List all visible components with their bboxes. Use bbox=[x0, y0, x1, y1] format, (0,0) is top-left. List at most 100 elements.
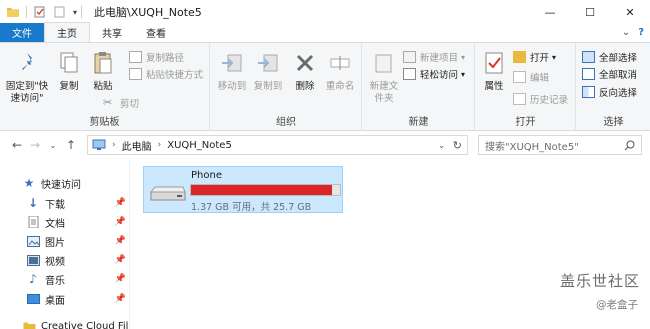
paste-button[interactable]: 粘贴 bbox=[88, 49, 118, 93]
picture-icon bbox=[26, 235, 40, 247]
search-placeholder: 搜索"XUQH_Note5" bbox=[485, 141, 579, 153]
new-folder-icon bbox=[375, 54, 392, 73]
breadcrumb-device[interactable]: XUQH_Note5 bbox=[167, 140, 232, 151]
select-all-button[interactable]: 全部选择 bbox=[582, 50, 637, 64]
easy-access-button[interactable]: 轻松访问 ▾ bbox=[403, 67, 465, 81]
copy-path-label: 复制路径 bbox=[146, 53, 185, 64]
breadcrumb-this-pc[interactable]: 此电脑 bbox=[122, 138, 152, 153]
nav-item-label: 视频 bbox=[45, 256, 65, 268]
address-dropdown-chevron-icon[interactable]: ⌄ bbox=[438, 141, 445, 150]
pin-quick-access-button[interactable]: 固定到"快速访问" bbox=[4, 49, 50, 105]
rename-button[interactable]: 重命名 bbox=[323, 49, 357, 93]
tab-view[interactable]: 查看 bbox=[134, 23, 178, 42]
select-all-icon bbox=[582, 51, 595, 63]
tab-share[interactable]: 共享 bbox=[90, 23, 134, 42]
address-toolbar: ← → ⌄ ↑ › 此电脑 › XUQH_Note5 ⌄ ↻ 搜索"XUQH_N… bbox=[0, 132, 650, 158]
nav-item-label: 下载 bbox=[45, 199, 65, 211]
folder-icon[interactable] bbox=[6, 6, 20, 18]
open-button[interactable]: 打开 ▾ bbox=[513, 50, 556, 64]
select-none-button[interactable]: 全部取消 bbox=[582, 67, 637, 81]
properties-button[interactable]: 属性 bbox=[481, 49, 507, 93]
new-folder-icon[interactable] bbox=[53, 6, 67, 18]
computer-icon bbox=[92, 139, 106, 150]
new-item-button[interactable]: 新建项目 ▾ bbox=[403, 50, 465, 64]
nav-item-documents[interactable]: 文档 📌 bbox=[26, 213, 129, 231]
back-arrow-icon[interactable]: ← bbox=[8, 136, 26, 154]
invert-selection-button[interactable]: 反向选择 bbox=[582, 85, 637, 99]
select-none-icon bbox=[582, 68, 595, 80]
edit-label: 编辑 bbox=[530, 73, 550, 84]
drive-icon bbox=[149, 186, 186, 201]
organize-group: 移动到 复制到 删除 重命名 组织 bbox=[211, 43, 362, 131]
customize-toolbar-chevron-icon[interactable]: ▾ bbox=[73, 8, 77, 17]
drive-name: Phone bbox=[191, 170, 222, 181]
ribbon-home: 固定到"快速访问" 复制 粘贴 复制路径 粘贴快捷方式 ✂ 剪切 剪贴板 移动到 bbox=[0, 43, 650, 131]
nav-item-music[interactable]: ♪ 音乐 📌 bbox=[26, 270, 129, 288]
maximize-button[interactable]: ☐ bbox=[570, 0, 610, 24]
window-title: 此电脑\XUQH_Note5 bbox=[94, 6, 202, 19]
watermark-logo-text: 盖乐世社区 bbox=[559, 272, 640, 290]
help-icon[interactable]: ? bbox=[638, 27, 644, 38]
tab-home[interactable]: 主页 bbox=[44, 22, 90, 42]
select-group-label: 选择 bbox=[603, 117, 624, 128]
history-button[interactable]: 历史记录 bbox=[513, 92, 568, 106]
paste-shortcut-button[interactable]: 粘贴快捷方式 bbox=[129, 67, 203, 81]
up-arrow-icon[interactable]: ↑ bbox=[62, 136, 80, 154]
copy-to-button[interactable]: 复制到 bbox=[251, 49, 285, 93]
pinned-icon: 📌 bbox=[114, 274, 126, 284]
refresh-icon[interactable]: ↻ bbox=[453, 139, 462, 152]
copy-icon bbox=[60, 52, 78, 73]
move-to-label: 移动到 bbox=[217, 81, 247, 92]
music-icon: ♪ bbox=[29, 272, 37, 286]
history-label: 历史记录 bbox=[530, 95, 569, 106]
copy-path-button[interactable]: 复制路径 bbox=[129, 50, 184, 64]
nav-item-quick-access[interactable]: ★ 快速访问 bbox=[22, 174, 129, 192]
drive-tile-phone[interactable]: Phone 1.37 GB 可用，共 25.7 GB bbox=[143, 166, 343, 213]
nav-item-videos[interactable]: 视频 📌 bbox=[26, 251, 129, 269]
select-group: 全部选择 全部取消 反向选择 选择 bbox=[577, 43, 650, 131]
title-bar: ▾ 此电脑\XUQH_Note5 — ☐ ✕ bbox=[0, 0, 650, 24]
file-list: Phone 1.37 GB 可用，共 25.7 GB bbox=[131, 158, 650, 329]
recent-locations-chevron-icon[interactable]: ⌄ bbox=[44, 136, 62, 154]
desktop-icon bbox=[26, 293, 40, 305]
drive-usage-bar bbox=[190, 184, 341, 196]
tab-file[interactable]: 文件 bbox=[0, 23, 44, 42]
pinned-icon: 📌 bbox=[114, 198, 126, 208]
easy-access-icon bbox=[403, 68, 416, 80]
move-to-icon bbox=[222, 54, 242, 72]
pinned-icon: 📌 bbox=[114, 217, 126, 227]
edit-button[interactable]: 编辑 bbox=[513, 70, 549, 84]
address-bar[interactable]: › 此电脑 › XUQH_Note5 ⌄ ↻ bbox=[87, 135, 468, 155]
ribbon-right-controls: ⌄ ? bbox=[622, 27, 644, 38]
video-icon bbox=[26, 254, 40, 266]
easy-access-chevron-icon: ▾ bbox=[461, 69, 466, 79]
cut-button[interactable]: ✂ 剪切 bbox=[103, 96, 139, 111]
nav-item-desktop[interactable]: 桌面 📌 bbox=[26, 290, 129, 308]
delete-button[interactable]: 删除 bbox=[293, 49, 317, 93]
copy-button[interactable]: 复制 bbox=[54, 49, 84, 93]
open-group-label: 打开 bbox=[515, 117, 536, 128]
search-box[interactable]: 搜索"XUQH_Note5" bbox=[478, 135, 642, 155]
new-item-chevron-icon: ▾ bbox=[461, 52, 466, 62]
new-folder-button[interactable]: 新建文件夹 bbox=[367, 49, 401, 105]
open-group: 属性 打开 ▾ 编辑 历史记录 打开 bbox=[476, 43, 576, 131]
clipboard-group-label: 剪贴板 bbox=[89, 117, 120, 128]
nav-item-downloads[interactable]: ↓ 下载 📌 bbox=[26, 194, 129, 212]
pin-quick-access-label: 固定到"快速访问" bbox=[5, 81, 49, 104]
nav-item-pictures[interactable]: 图片 📌 bbox=[26, 232, 129, 250]
properties-check-icon[interactable] bbox=[33, 6, 47, 18]
copy-path-icon bbox=[129, 51, 142, 63]
copy-to-icon bbox=[258, 54, 278, 72]
drive-usage-fill bbox=[191, 185, 333, 195]
paste-shortcut-label: 粘贴快捷方式 bbox=[146, 70, 204, 81]
close-button[interactable]: ✕ bbox=[610, 0, 650, 24]
expand-ribbon-chevron-icon[interactable]: ⌄ bbox=[622, 27, 630, 38]
document-icon bbox=[26, 216, 40, 228]
minimize-button[interactable]: — bbox=[530, 0, 570, 24]
new-folder-label: 新建文件夹 bbox=[369, 81, 399, 104]
nav-item-creative-cloud[interactable]: Creative Cloud Files bbox=[22, 317, 129, 329]
open-label: 打开 bbox=[530, 53, 550, 64]
forward-arrow-icon[interactable]: → bbox=[26, 136, 44, 154]
breadcrumb-separator-icon: › bbox=[157, 140, 162, 150]
move-to-button[interactable]: 移动到 bbox=[215, 49, 249, 93]
